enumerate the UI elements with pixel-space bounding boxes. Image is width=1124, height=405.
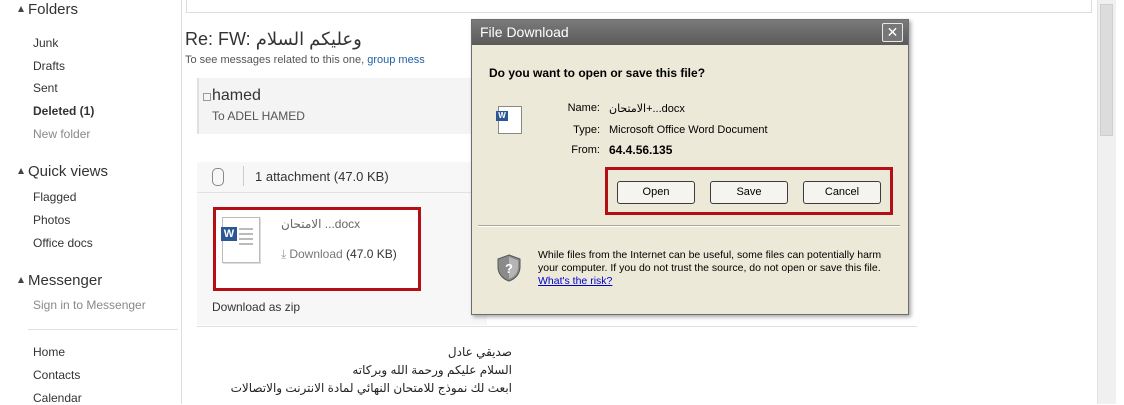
attachment-count: 1 attachment (47.0 KB) — [255, 169, 389, 184]
from-label: From: — [571, 144, 600, 156]
recipient-text: To ADEL HAMED — [212, 109, 305, 123]
download-as-zip-link[interactable]: Download as zip — [212, 300, 300, 314]
sidebar-link-calendar[interactable]: Calendar — [33, 391, 82, 405]
sidebar-item-deleted[interactable]: Deleted (1) — [33, 104, 94, 118]
dialog-title-bar[interactable]: File Download ✕ — [472, 20, 908, 45]
sidebar-item-sent[interactable]: Sent — [33, 81, 58, 95]
sender-name[interactable]: hamed — [212, 87, 261, 105]
type-label: Type: — [573, 124, 600, 136]
related-messages-text: To see messages related to this one, gro… — [185, 54, 425, 66]
from-value: 64.4.56.135 — [609, 143, 673, 157]
body-line: السلام عليكم ورحمة الله وبركاته — [352, 363, 512, 377]
collapse-triangle-icon — [18, 6, 24, 12]
body-line: صديقي عادل — [447, 345, 512, 359]
sidebar-link-contacts[interactable]: Contacts — [33, 368, 80, 382]
sidebar-link-home[interactable]: Home — [33, 345, 65, 359]
collapse-triangle-icon — [18, 277, 24, 283]
word-document-icon: W — [496, 106, 522, 134]
folders-header[interactable]: Folders — [18, 1, 78, 18]
sign-in-messenger-link[interactable]: Sign in to Messenger — [33, 298, 146, 312]
file-name-value: الامتحان+...docx — [609, 103, 685, 115]
messenger-header[interactable]: Messenger — [18, 272, 102, 289]
left-sidebar: Folders Junk Drafts Sent Deleted (1) New… — [0, 0, 182, 405]
message-subject: Re: FW: وعليكم السلام — [185, 29, 362, 49]
security-shield-icon: ? — [497, 254, 521, 282]
close-icon[interactable]: ✕ — [882, 23, 903, 42]
body-line: ابعث لك نموذج للامتحان النهائي لمادة الا… — [230, 381, 512, 395]
sidebar-item-flagged[interactable]: Flagged — [33, 190, 76, 204]
sidebar-item-photos[interactable]: Photos — [33, 213, 70, 227]
collapse-triangle-icon — [18, 168, 24, 174]
paperclip-icon — [212, 168, 224, 186]
open-button[interactable]: Open — [617, 181, 695, 204]
sidebar-item-office-docs[interactable]: Office docs — [33, 236, 93, 250]
dialog-question: Do you want to open or save this file? — [489, 66, 706, 80]
message-body-separator — [197, 326, 917, 327]
file-download-dialog: File Download ✕ Do you want to open or s… — [471, 19, 909, 315]
message-body: صديقي عادل السلام عليكم ورحمة الله وبركا… — [212, 345, 512, 405]
pane-divider — [181, 0, 182, 404]
download-arrow-icon: ⤓ — [281, 247, 287, 261]
sidebar-item-new-folder[interactable]: New folder — [33, 127, 90, 141]
group-messages-link[interactable]: group mess — [367, 54, 424, 66]
expand-square-icon — [203, 93, 211, 101]
security-warning-text: While files from the Internet can be use… — [538, 249, 882, 287]
sidebar-item-junk[interactable]: Junk — [33, 36, 58, 50]
attachment-separator — [243, 166, 244, 186]
dialog-separator — [478, 225, 900, 227]
file-type-value: Microsoft Office Word Document — [609, 124, 768, 136]
sidebar-divider — [28, 329, 178, 330]
message-toolbar-edge — [186, 0, 1092, 13]
scrollbar-thumb[interactable] — [1100, 4, 1113, 136]
save-button[interactable]: Save — [710, 181, 788, 204]
whats-the-risk-link[interactable]: What's the risk? — [538, 275, 612, 287]
svg-text:?: ? — [505, 261, 513, 276]
quick-views-header[interactable]: Quick views — [18, 163, 108, 180]
cancel-button[interactable]: Cancel — [803, 181, 881, 204]
word-document-icon[interactable]: W — [221, 217, 260, 263]
download-attachment-link[interactable]: ⤓ Download (47.0 KB) — [281, 247, 397, 262]
name-label: Name: — [567, 102, 600, 114]
sidebar-item-drafts[interactable]: Drafts — [33, 59, 65, 73]
attachment-file-name[interactable]: الامتحان ...docx — [281, 217, 360, 231]
dialog-title: File Download — [480, 24, 569, 40]
